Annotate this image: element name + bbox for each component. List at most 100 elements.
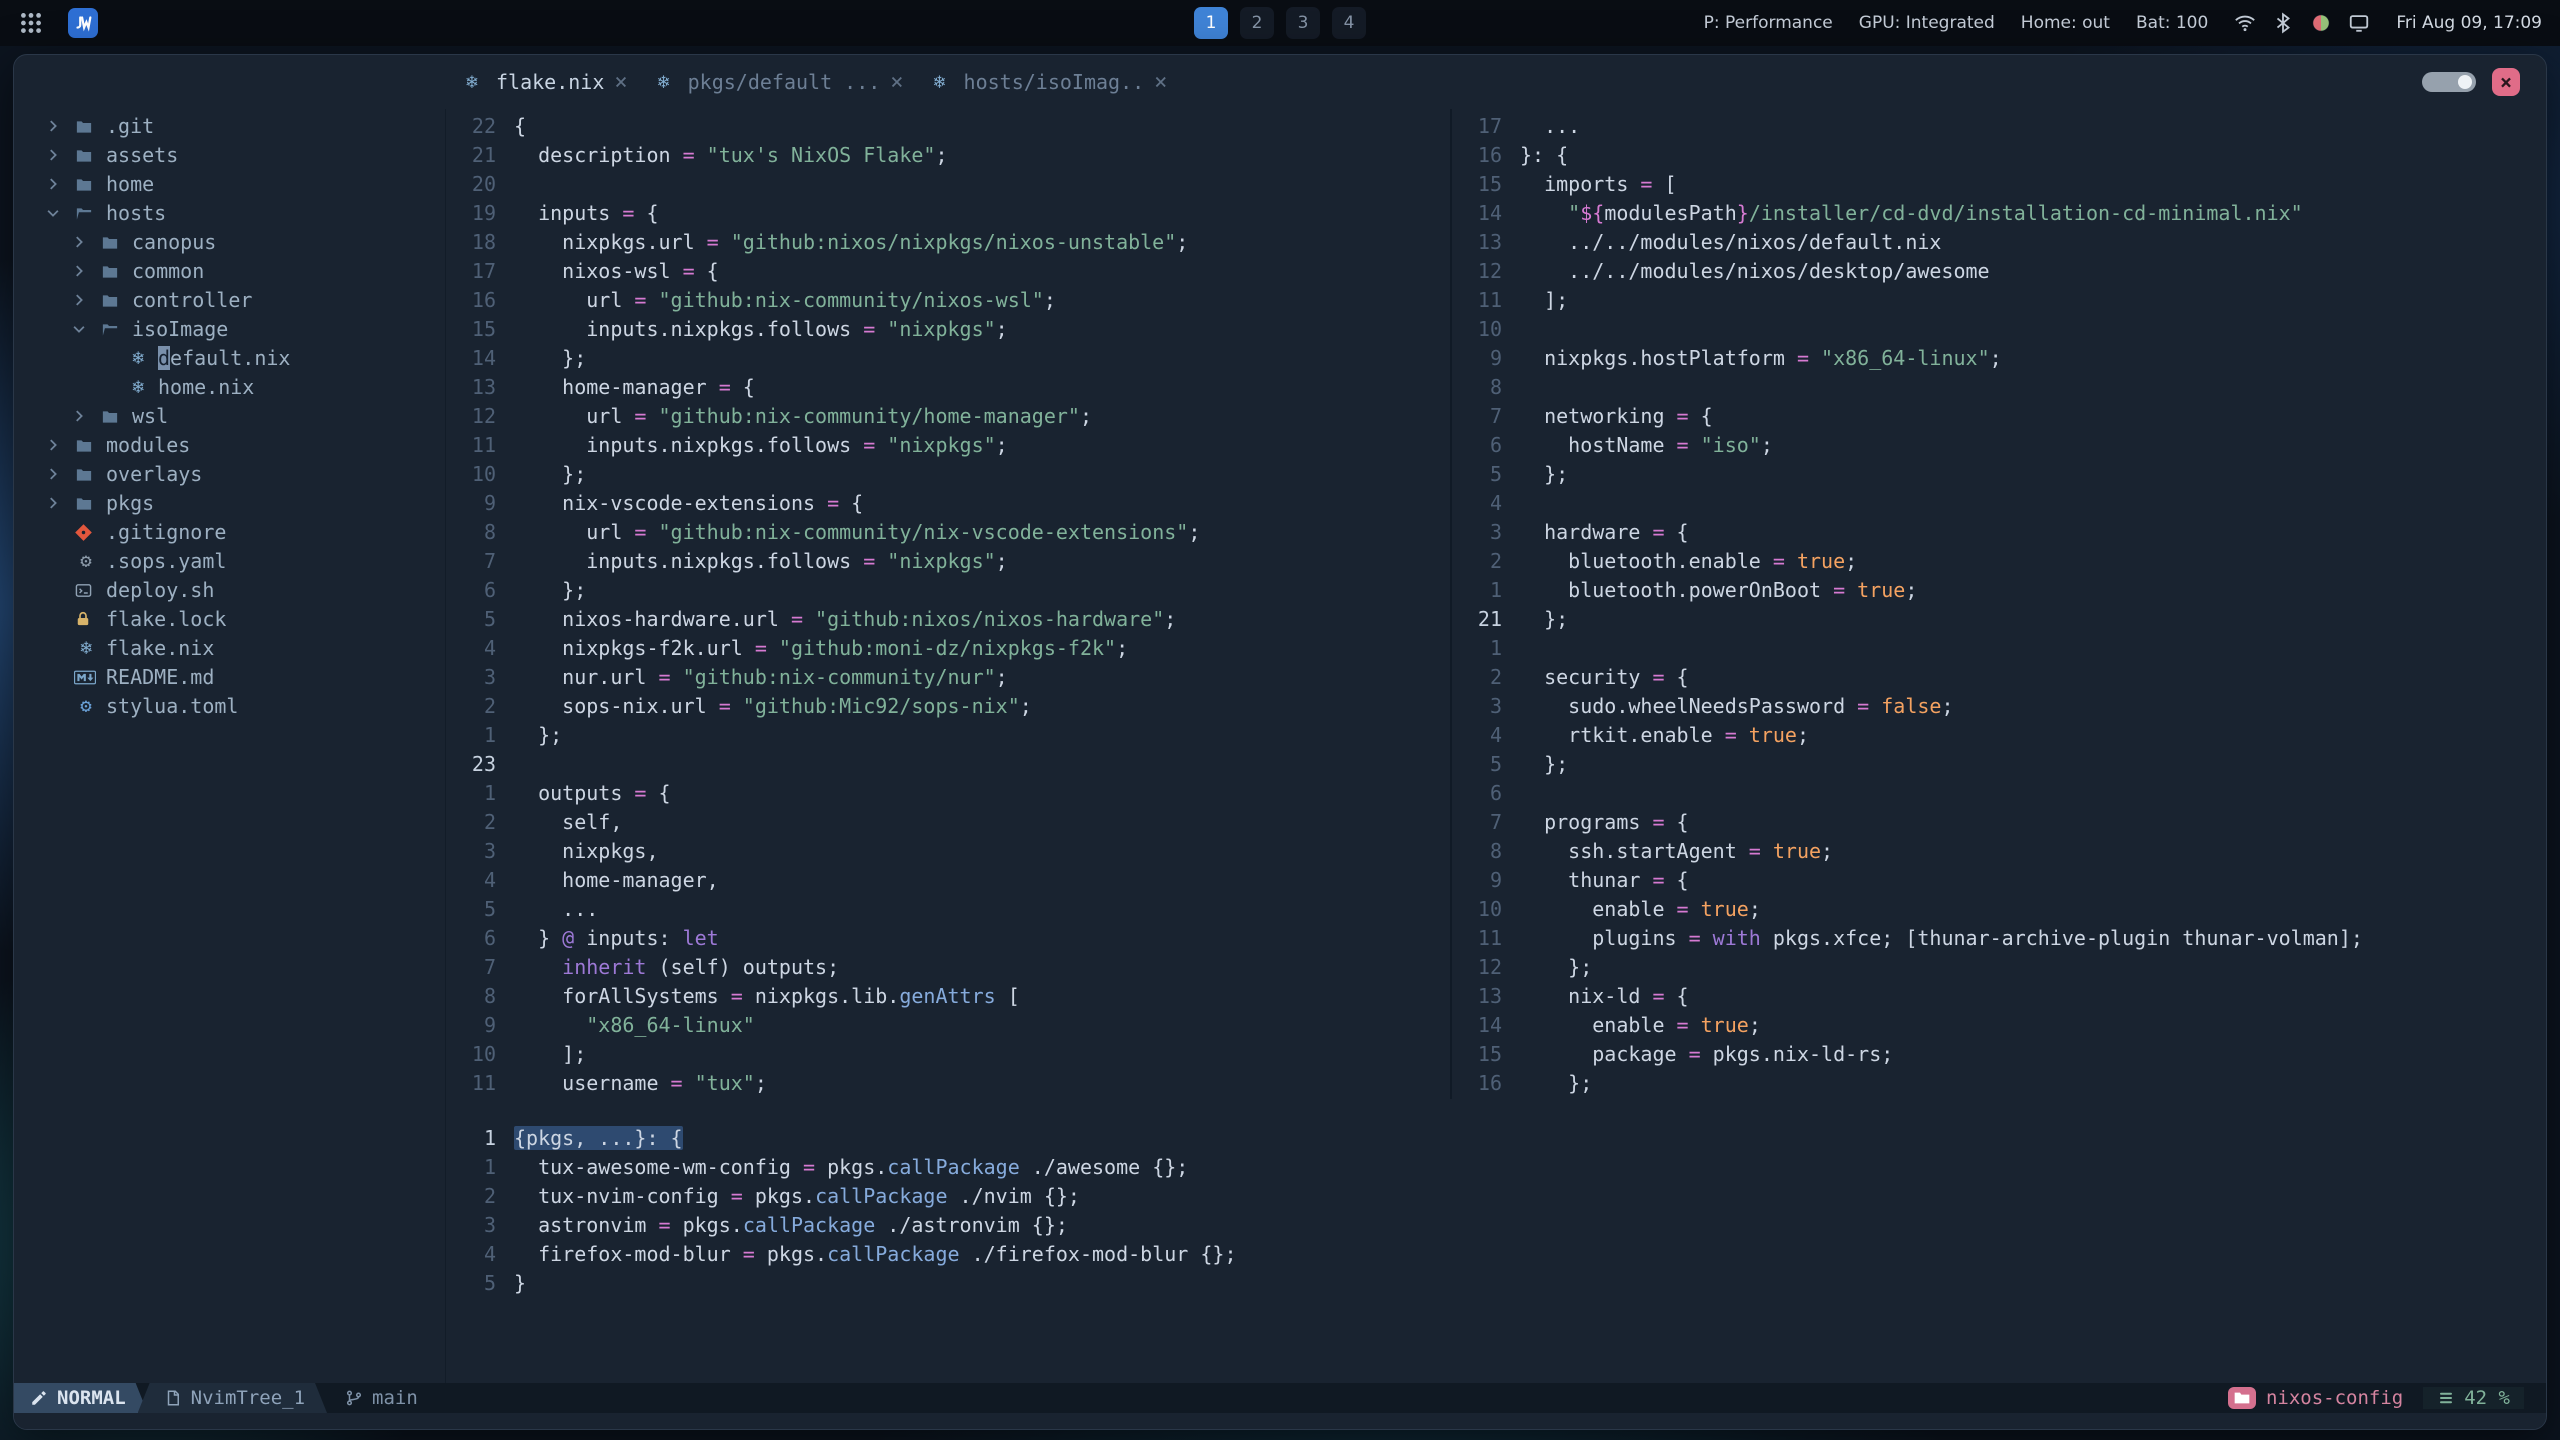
buffer-label: NvimTree_1 [190, 1387, 306, 1409]
clock[interactable]: Fri Aug 09, 17:09 [2396, 13, 2542, 33]
line-number: 14 [1477, 200, 1502, 225]
code-text: inputs = { [514, 200, 659, 225]
code-text: }; [514, 577, 587, 602]
tree-item-controller[interactable]: controller [14, 285, 445, 314]
tree-item-stylua-toml[interactable]: ⚙ stylua.toml [14, 691, 445, 720]
tab-close-icon[interactable]: × [614, 70, 627, 95]
chevron-right-icon [44, 436, 66, 454]
nix-icon: ❄ [933, 71, 945, 93]
tree-item-pkgs[interactable]: pkgs [14, 488, 445, 517]
git-branch-icon [345, 1389, 363, 1407]
nix-icon: ❄ [80, 636, 92, 659]
code-line: 14 }; [446, 343, 1450, 372]
folder-open-icon [100, 318, 124, 340]
tree-item-flake-lock[interactable]: flake.lock [14, 604, 445, 633]
editor-window: ❄ flake.nix × ❄ pkgs/default ... × ❄ hosts/isoI… [13, 54, 2547, 1430]
apps-grid-icon[interactable] [18, 10, 44, 36]
close-icon[interactable]: × [2492, 68, 2520, 96]
code-line: 1 bluetooth.powerOnBoot = true; [1452, 575, 2546, 604]
toggle-pill-icon[interactable] [2422, 72, 2476, 92]
line-number: 10 [471, 1041, 496, 1066]
code-line: 1 {pkgs, ...}: { [446, 1123, 2546, 1152]
tree-item-default-nix[interactable]: ❄ default.nix [14, 343, 445, 372]
status-item[interactable]: Home: out [2021, 13, 2110, 33]
folder-icon [74, 434, 98, 456]
line-number: 1 [483, 1125, 496, 1150]
pane-iso[interactable]: 17 ... 16}: {15 imports = [14 "${modulesP… [1452, 109, 2546, 1099]
tree-item--sops-yaml[interactable]: ⚙ .sops.yaml [14, 546, 445, 575]
file-tree[interactable]: .git assets home hosts canopus common controll… [14, 109, 446, 1383]
code-text: }; [514, 345, 587, 370]
chevron-right-icon [44, 494, 66, 512]
status-item[interactable]: Bat: 100 [2136, 13, 2208, 33]
code-text: { [514, 113, 527, 138]
code-text: hostName = "iso"; [1520, 432, 1773, 457]
pane-pkgs[interactable]: 1 {pkgs, ...}: {1 tux-awesome-wm-config =… [446, 1099, 2546, 1383]
code-line: 1 [1452, 633, 2546, 662]
tree-item-home[interactable]: home [14, 169, 445, 198]
nix-icon: ❄ [132, 375, 144, 398]
logo-icon[interactable] [68, 8, 98, 38]
line-number: 4 [1489, 722, 1502, 747]
wifi-icon[interactable] [2234, 12, 2256, 34]
tree-item-isoImage[interactable]: isoImage [14, 314, 445, 343]
code-text: firefox-mod-blur = pkgs.callPackage ./fi… [514, 1241, 1237, 1266]
status-item[interactable]: GPU: Integrated [1859, 13, 1995, 33]
git-branch-label: main [372, 1387, 418, 1409]
color-dot-icon[interactable] [2310, 12, 2332, 34]
line-number: 1 [483, 1154, 496, 1179]
tree-item-home-nix[interactable]: ❄ home.nix [14, 372, 445, 401]
tab-close-icon[interactable]: × [1154, 70, 1167, 95]
tree-item-flake-nix[interactable]: ❄ flake.nix [14, 633, 445, 662]
tab-close-icon[interactable]: × [890, 70, 903, 95]
code-line: 3 astronvim = pkgs.callPackage ./astronv… [446, 1210, 2546, 1239]
command-line[interactable] [14, 1413, 2546, 1429]
line-number: 21 [471, 142, 496, 167]
tab-flake-nix[interactable]: ❄ flake.nix × [466, 70, 628, 95]
code-line: 12 ../../modules/nixos/desktop/awesome [1452, 256, 2546, 285]
line-number: 10 [1477, 316, 1502, 341]
buffer-indicator: NvimTree_1 [138, 1383, 327, 1413]
line-number: 17 [471, 258, 496, 283]
line-number: 5 [483, 606, 496, 631]
tree-item-wsl[interactable]: wsl [14, 401, 445, 430]
workspace-button-2[interactable]: 2 [1240, 7, 1274, 39]
tree-item-canopus[interactable]: canopus [14, 227, 445, 256]
line-number: 8 [483, 983, 496, 1008]
workspace-button-1[interactable]: 1 [1194, 7, 1228, 39]
line-number: 13 [471, 374, 496, 399]
tab-hosts-isoImag-[interactable]: ❄ hosts/isoImag.. × [934, 70, 1168, 95]
bluetooth-icon[interactable] [2272, 12, 2294, 34]
code-text: ../../modules/nixos/desktop/awesome [1520, 258, 1990, 283]
code-line: 3 hardware = { [1452, 517, 2546, 546]
code-line: 1 tux-awesome-wm-config = pkgs.callPacka… [446, 1152, 2546, 1181]
tree-item-common[interactable]: common [14, 256, 445, 285]
tree-item-assets[interactable]: assets [14, 140, 445, 169]
code-line: 2 bluetooth.enable = true; [1452, 546, 2546, 575]
code-text: tux-nvim-config = pkgs.callPackage ./nvi… [514, 1183, 1080, 1208]
workspace-button-4[interactable]: 4 [1332, 7, 1366, 39]
pane-flake[interactable]: 22{21 description = "tux's NixOS Flake";… [446, 109, 1450, 1099]
tree-item-label: modules [106, 432, 191, 457]
tree-item-deploy-sh[interactable]: deploy.sh [14, 575, 445, 604]
tab-pkgs-default-[interactable]: ❄ pkgs/default ... × [658, 70, 904, 95]
tree-item-hosts[interactable]: hosts [14, 198, 445, 227]
tree-item--git[interactable]: .git [14, 111, 445, 140]
line-number: 11 [471, 1070, 496, 1095]
statusline: NORMAL NvimTree_1 main nixos-config 42 % [14, 1383, 2546, 1413]
tab-label: flake.nix [496, 70, 605, 94]
tree-item--gitignore[interactable]: .gitignore [14, 517, 445, 546]
line-number: 5 [483, 896, 496, 921]
pencil-icon [30, 1389, 48, 1407]
tree-item-README-md[interactable]: README.md [14, 662, 445, 691]
chevron-right-icon [70, 233, 92, 251]
code-line: 5} [446, 1268, 2546, 1297]
tree-item-modules[interactable]: modules [14, 430, 445, 459]
tree-item-label: isoImage [132, 316, 229, 341]
display-icon[interactable] [2348, 12, 2370, 34]
line-number: 4 [483, 635, 496, 660]
workspace-button-3[interactable]: 3 [1286, 7, 1320, 39]
status-item[interactable]: P: Performance [1704, 13, 1833, 33]
code-line: 5 nixos-hardware.url = "github:nixos/nix… [446, 604, 1450, 633]
tree-item-overlays[interactable]: overlays [14, 459, 445, 488]
